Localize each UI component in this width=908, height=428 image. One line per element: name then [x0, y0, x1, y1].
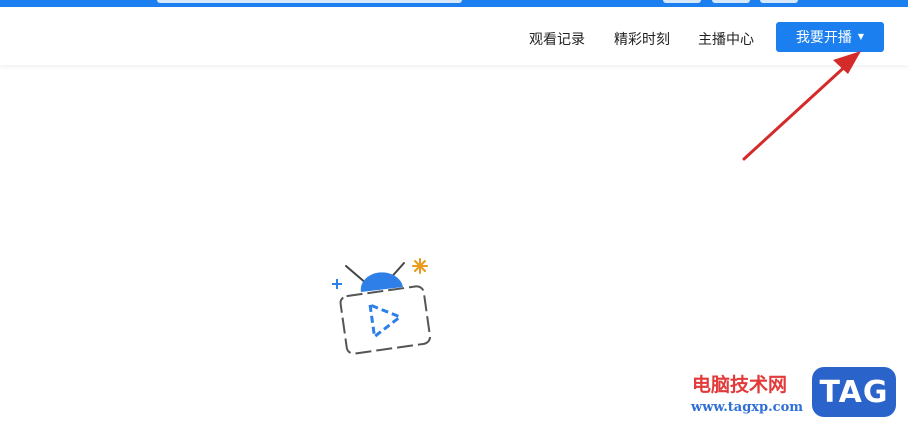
browser-top-bar [0, 0, 908, 7]
nav-watch-history[interactable]: 观看记录 [529, 29, 585, 49]
nav-highlights[interactable]: 精彩时刻 [614, 29, 670, 49]
watermark-text: 电脑技术网 [692, 374, 788, 396]
top-bar-button-stub [712, 0, 750, 3]
go-live-label: 我要开播 [795, 30, 852, 46]
site-header: 观看记录 精彩时刻 主播中心 我要开播 ▼ [0, 7, 908, 65]
watermark-logo: TAG [812, 367, 896, 417]
caret-down-icon: ▼ [857, 32, 865, 41]
go-live-button[interactable]: 我要开播 ▼ [776, 22, 884, 52]
tv-play-icon [332, 258, 431, 355]
top-bar-button-stub [663, 0, 701, 3]
top-bar-search-stub [157, 0, 462, 3]
top-bar-button-stub [760, 0, 798, 3]
watermark-url: www.tagxp.com [691, 400, 804, 415]
nav-streamer-center[interactable]: 主播中心 [698, 29, 754, 49]
